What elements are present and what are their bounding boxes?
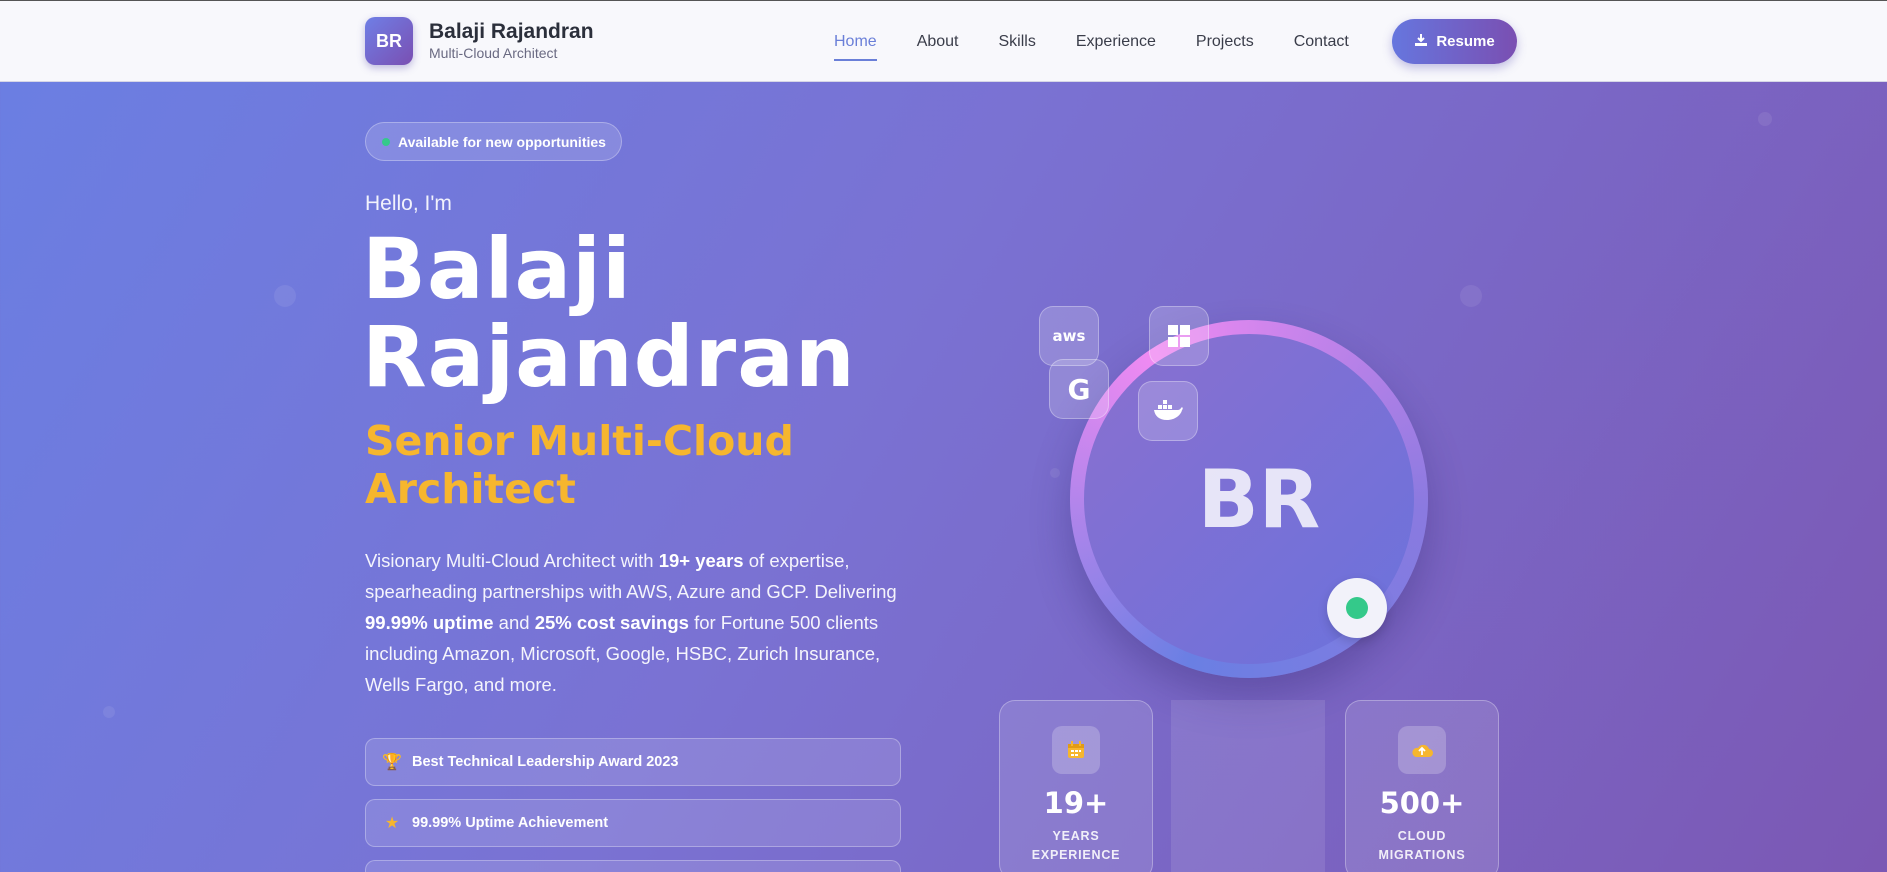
profile-initials: BR (1197, 452, 1321, 546)
calendar-icon (1052, 726, 1100, 774)
achievement-label: Best Technical Leadership Award 2023 (412, 754, 679, 770)
decor-dot (1758, 112, 1772, 126)
achievement-item: ★ 99.99% Uptime Achievement (365, 799, 901, 847)
achievement-item: 🏆 Best Technical Leadership Award 2023 (365, 738, 901, 786)
cloud-upload-icon (1398, 726, 1446, 774)
online-dot (1346, 597, 1368, 619)
achievement-label: 99.99% Uptime Achievement (412, 815, 609, 831)
greeting: Hello, I'm (365, 192, 452, 215)
resume-button[interactable]: Resume (1392, 19, 1517, 64)
brand-subtitle: Multi-Cloud Architect (429, 45, 558, 61)
stat-label-line: MIGRATIONS (1378, 848, 1466, 862)
nav-link-about[interactable]: About (917, 33, 959, 51)
docker-icon (1138, 381, 1198, 441)
hero-name-line1: Balaji (362, 220, 632, 318)
online-status-indicator (1327, 578, 1387, 638)
stat-label: CLOUD MIGRATIONS (1346, 827, 1498, 865)
brand-name: Balaji Rajandran (429, 20, 594, 43)
brand-logo[interactable]: BR (365, 17, 413, 65)
nav-link-home[interactable]: Home (834, 33, 877, 61)
download-icon (1414, 33, 1428, 50)
stat-card-placeholder (1171, 700, 1325, 872)
star-icon: ★ (384, 815, 400, 832)
stat-label-line: CLOUD (1397, 829, 1447, 843)
desc-text: and (493, 612, 535, 633)
trophy-icon: 🏆 (382, 754, 402, 771)
desc-highlight: 99.99% uptime (365, 612, 494, 633)
google-icon-text: G (1067, 372, 1091, 406)
aws-icon: aws (1039, 306, 1099, 366)
nav-link-experience[interactable]: Experience (1076, 33, 1156, 51)
availability-badge: Available for new opportunities (365, 122, 622, 161)
stat-card-experience: 19+ YEARS EXPERIENCE (999, 700, 1153, 872)
hero-role: Senior Multi-Cloud Architect (365, 417, 845, 513)
nav-link-skills[interactable]: Skills (999, 33, 1036, 51)
achievement-item (365, 860, 901, 872)
desc-highlight: 25% cost savings (534, 612, 689, 633)
stat-label-line: YEARS (1052, 829, 1100, 843)
status-dot (382, 137, 390, 146)
decor-dot (103, 706, 115, 718)
desc-highlight: 19+ years (658, 550, 744, 571)
nav-links: Home About Skills Experience Projects Co… (834, 1, 1389, 83)
navbar: BR Balaji Rajandran Multi-Cloud Architec… (0, 0, 1887, 82)
stat-label-line: EXPERIENCE (1031, 848, 1121, 862)
hero-name-line2: Rajandran (362, 308, 856, 406)
decor-dot (1050, 468, 1060, 478)
hero-role-line1: Senior Multi-Cloud (365, 417, 794, 465)
google-icon: G (1049, 359, 1109, 419)
resume-label: Resume (1436, 33, 1495, 50)
decor-dot (274, 285, 296, 307)
nav-link-projects[interactable]: Projects (1196, 33, 1254, 51)
stat-card-migrations: 500+ CLOUD MIGRATIONS (1345, 700, 1499, 872)
desc-text: Visionary Multi-Cloud Architect with (365, 550, 659, 571)
availability-text: Available for new opportunities (398, 133, 606, 150)
brand[interactable]: BR Balaji Rajandran Multi-Cloud Architec… (365, 17, 594, 65)
nav-link-contact[interactable]: Contact (1294, 33, 1349, 51)
hero-description: Visionary Multi-Cloud Architect with 19+… (365, 545, 910, 700)
stat-value: 500+ (1379, 786, 1465, 820)
windows-icon (1149, 306, 1209, 366)
hero-name: Balaji Rajandran (362, 225, 882, 401)
stat-label: YEARS EXPERIENCE (1000, 827, 1152, 865)
stat-value: 19+ (1043, 786, 1109, 820)
brand-text: Balaji Rajandran Multi-Cloud Architect (429, 20, 594, 62)
hero-role-line2: Architect (365, 465, 576, 513)
aws-icon-text: aws (1052, 327, 1086, 345)
decor-dot (1460, 285, 1482, 307)
